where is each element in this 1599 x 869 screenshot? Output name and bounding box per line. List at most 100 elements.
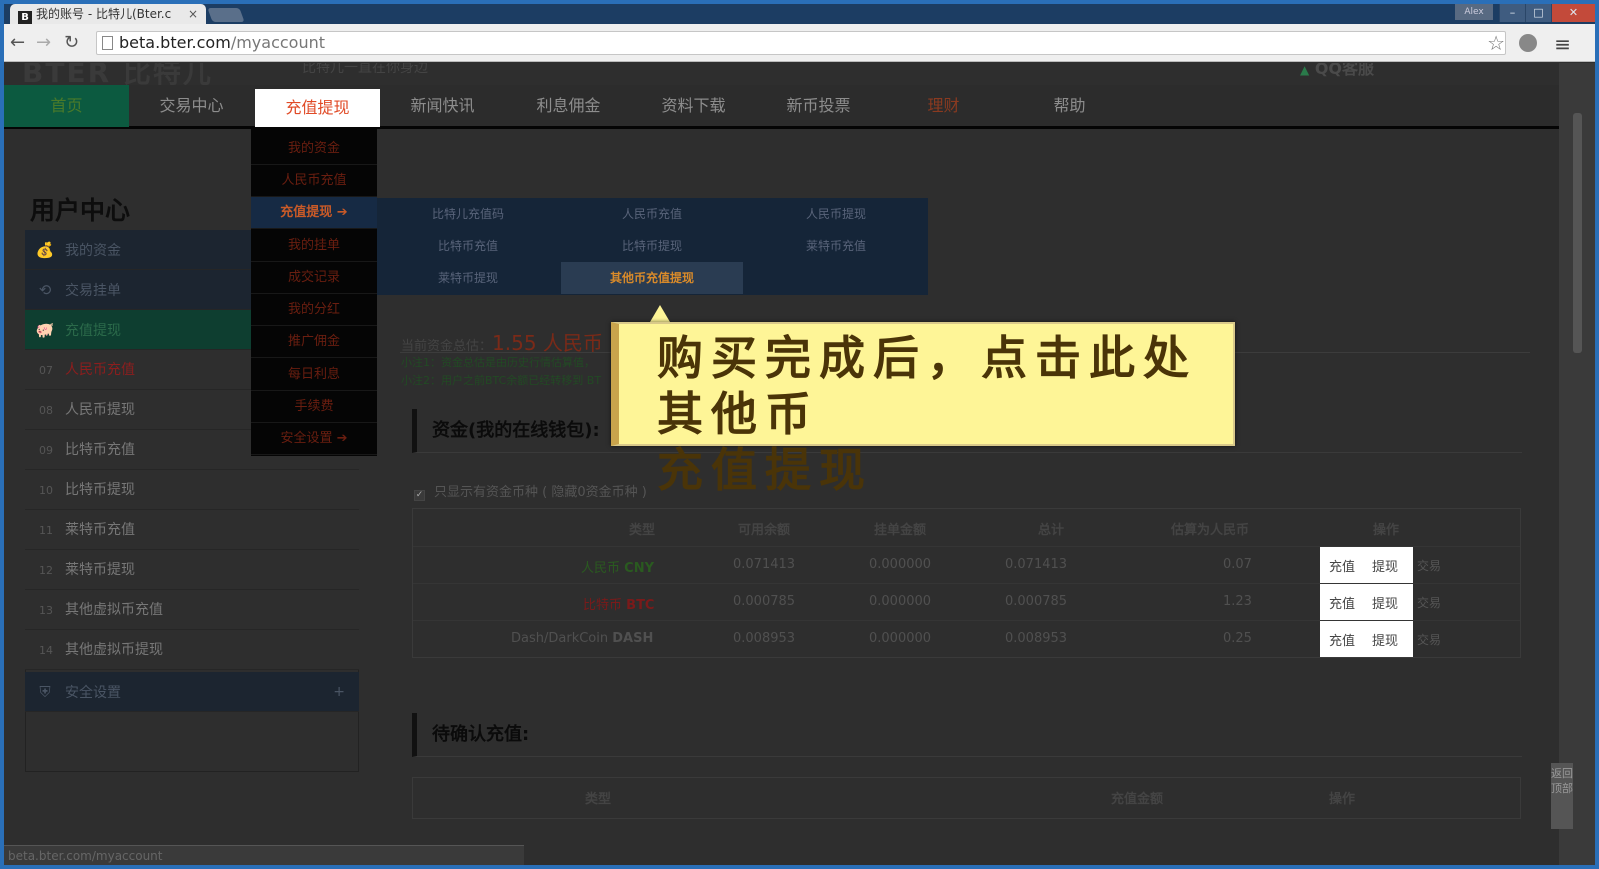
- nav-downloads[interactable]: 资料下载: [631, 85, 756, 127]
- submenu-item-ltc-deposit[interactable]: 莱特币充值: [745, 230, 927, 262]
- nav-home[interactable]: 首页: [4, 85, 129, 127]
- sidebar-item-security[interactable]: ⛨ 安全设置 +: [25, 672, 359, 712]
- address-input[interactable]: beta.bter.com/myaccount: [96, 31, 1506, 55]
- favicon-icon: B: [18, 11, 32, 24]
- row-actions: 充值 提现: [1320, 584, 1413, 620]
- deposit-button[interactable]: 充值: [1329, 630, 1355, 649]
- dropdown-item-security[interactable]: 安全设置 ➔: [251, 423, 377, 455]
- deposit-button[interactable]: 充值: [1329, 593, 1355, 612]
- sidebar-item-ltc-deposit[interactable]: 11 莱特币充值: [25, 510, 359, 550]
- sidebar-item-ltc-withdraw[interactable]: 12 莱特币提现: [25, 550, 359, 590]
- sidebar-item-other-withdraw[interactable]: 14 其他虚拟币提现: [25, 630, 359, 670]
- browser-menu-icon[interactable]: ≡: [1554, 32, 1571, 56]
- extension-icon[interactable]: [1519, 34, 1537, 52]
- nav-help[interactable]: 帮助: [1007, 85, 1132, 127]
- qq-support-label: QQ客服: [1314, 63, 1375, 78]
- table-row: 人民币 CNY 0.071413 0.000000 0.071413 0.07 …: [413, 546, 1520, 583]
- forward-icon[interactable]: →: [36, 32, 51, 53]
- checkbox-label: 只显示有资金币种 ( 隐藏0资金币种 ): [434, 485, 647, 500]
- expand-plus-icon[interactable]: +: [333, 672, 345, 712]
- scrollbar-thumb[interactable]: [1573, 113, 1582, 353]
- nav-trade-center[interactable]: 交易中心: [129, 85, 254, 127]
- site-slogan: 比特儿一直在你身边: [302, 63, 428, 76]
- dropdown-item-cny-deposit[interactable]: 人民币充值: [251, 165, 377, 197]
- sidebar-item-btc-withdraw[interactable]: 10 比特币提现: [25, 470, 359, 510]
- submenu-item-btc-withdraw[interactable]: 比特币提现: [561, 230, 743, 262]
- dropdown-item-fees[interactable]: 手续费: [251, 391, 377, 423]
- browser-window: B 我的账号 - 比特儿(Bter.c × Alex – □ ✕ ← → ↻ be…: [4, 4, 1595, 865]
- minimize-icon[interactable]: –: [1499, 4, 1525, 22]
- page-scrollbar[interactable]: 返回顶部: [1551, 63, 1595, 865]
- sidebar-item-other-deposit[interactable]: 13 其他虚拟币充值: [25, 590, 359, 630]
- user-badge[interactable]: Alex: [1455, 4, 1493, 20]
- qq-arrow-icon: ▲: [1300, 63, 1310, 77]
- item-number: 10: [39, 484, 53, 497]
- callout-pointer: [650, 305, 670, 322]
- new-tab-button[interactable]: [207, 8, 245, 22]
- sidebar-item-label: 人民币充值: [65, 362, 135, 378]
- dropdown-item-referral[interactable]: 推广佣金: [251, 326, 377, 358]
- nav-interest[interactable]: 利息佣金: [506, 85, 631, 127]
- close-window-icon[interactable]: ✕: [1551, 4, 1595, 22]
- sidebar-item-label: 人民币提现: [65, 402, 135, 418]
- back-icon[interactable]: ←: [10, 32, 25, 53]
- withdraw-button[interactable]: 提现: [1372, 556, 1398, 575]
- nav-deposit-withdraw[interactable]: 充值提现: [255, 89, 380, 127]
- frozen-balance: 0.000000: [869, 557, 932, 572]
- sidebar-item-label: 莱特币提现: [65, 562, 135, 578]
- nav-news[interactable]: 新闻快讯: [380, 85, 505, 127]
- nav-coin-vote[interactable]: 新币投票: [756, 85, 881, 127]
- col-cny-estimate: 估算为人民币: [1171, 523, 1250, 538]
- callout-line-1: 购买完成后，点击此处其他币: [657, 331, 1197, 441]
- show-funded-only[interactable]: ✓ 只显示有资金币种 ( 隐藏0资金币种 ): [414, 481, 647, 501]
- available-balance: 0.071413: [733, 557, 796, 572]
- wallet-table: 类型 可用余额 挂单金额 总计 估算为人民币 操作 人民币 CNY 0.0714…: [412, 508, 1521, 658]
- dropdown-item-deposit-withdraw[interactable]: 充值提现 ➔: [251, 197, 377, 229]
- sidebar-item-label: 我的资金: [65, 243, 121, 259]
- deposit-button[interactable]: 充值: [1329, 556, 1355, 575]
- submenu-item-other-coin[interactable]: 其他币充值提现: [561, 262, 743, 294]
- tab-title: 我的账号 - 比特儿(Bter.c: [36, 7, 172, 21]
- submenu-item-btc-deposit[interactable]: 比特币充值: [377, 230, 559, 262]
- nav-finance[interactable]: 理财: [881, 85, 1006, 127]
- col-available: 可用余额: [738, 523, 791, 538]
- browser-tab[interactable]: B 我的账号 - 比特儿(Bter.c ×: [10, 4, 206, 24]
- total-balance: 0.000785: [1005, 594, 1068, 609]
- withdraw-button[interactable]: 提现: [1372, 593, 1398, 612]
- submenu-item-cny-deposit[interactable]: 人民币充值: [561, 198, 743, 230]
- total-balance: 0.071413: [1005, 557, 1068, 572]
- submenu-item-bter-code[interactable]: 比特儿充值码: [377, 198, 559, 230]
- reload-icon[interactable]: ↻: [64, 32, 79, 53]
- table-row: Dash/DarkCoin DASH 0.008953 0.000000 0.0…: [413, 620, 1520, 657]
- withdraw-button[interactable]: 提现: [1372, 630, 1398, 649]
- trade-link[interactable]: 交易: [1417, 631, 1441, 648]
- piggy-bank-icon: 🐖: [35, 321, 55, 339]
- back-to-top-button[interactable]: 返回顶部: [1551, 763, 1573, 829]
- submenu-item-cny-withdraw[interactable]: 人民币提现: [745, 198, 927, 230]
- maximize-icon[interactable]: □: [1525, 4, 1551, 22]
- dropdown-item-trades[interactable]: 成交记录: [251, 262, 377, 294]
- coin-name: Dash/DarkCoin DASH: [511, 631, 654, 646]
- dropdown-item-dividends[interactable]: 我的分红: [251, 294, 377, 326]
- trade-link[interactable]: 交易: [1417, 557, 1441, 574]
- qq-support-link[interactable]: ▲ QQ客服: [1300, 63, 1374, 79]
- tab-close-icon[interactable]: ×: [188, 4, 198, 24]
- checkbox[interactable]: ✓: [414, 490, 425, 501]
- submenu-item-ltc-withdraw[interactable]: 莱特币提现: [377, 262, 559, 294]
- dropdown-item-funds[interactable]: 我的资金: [251, 133, 377, 165]
- item-number: 08: [39, 404, 53, 417]
- cny-estimate: 1.23: [1223, 594, 1252, 609]
- trade-link[interactable]: 交易: [1417, 594, 1441, 611]
- col-amount: 充值金额: [1111, 792, 1164, 807]
- item-number: 09: [39, 444, 53, 457]
- item-number: 13: [39, 604, 53, 617]
- coin-name: 人民币 CNY: [581, 561, 654, 576]
- dropdown-item-orders[interactable]: 我的挂单: [251, 230, 377, 262]
- row-actions: 充值 提现: [1320, 547, 1413, 583]
- bookmark-star-icon[interactable]: ☆: [1487, 31, 1505, 55]
- available-balance: 0.000785: [733, 594, 796, 609]
- status-bar: beta.bter.com/myaccount: [4, 845, 524, 865]
- dropdown-item-interest[interactable]: 每日利息: [251, 359, 377, 391]
- cny-estimate: 0.07: [1223, 557, 1252, 572]
- frozen-balance: 0.000000: [869, 631, 932, 646]
